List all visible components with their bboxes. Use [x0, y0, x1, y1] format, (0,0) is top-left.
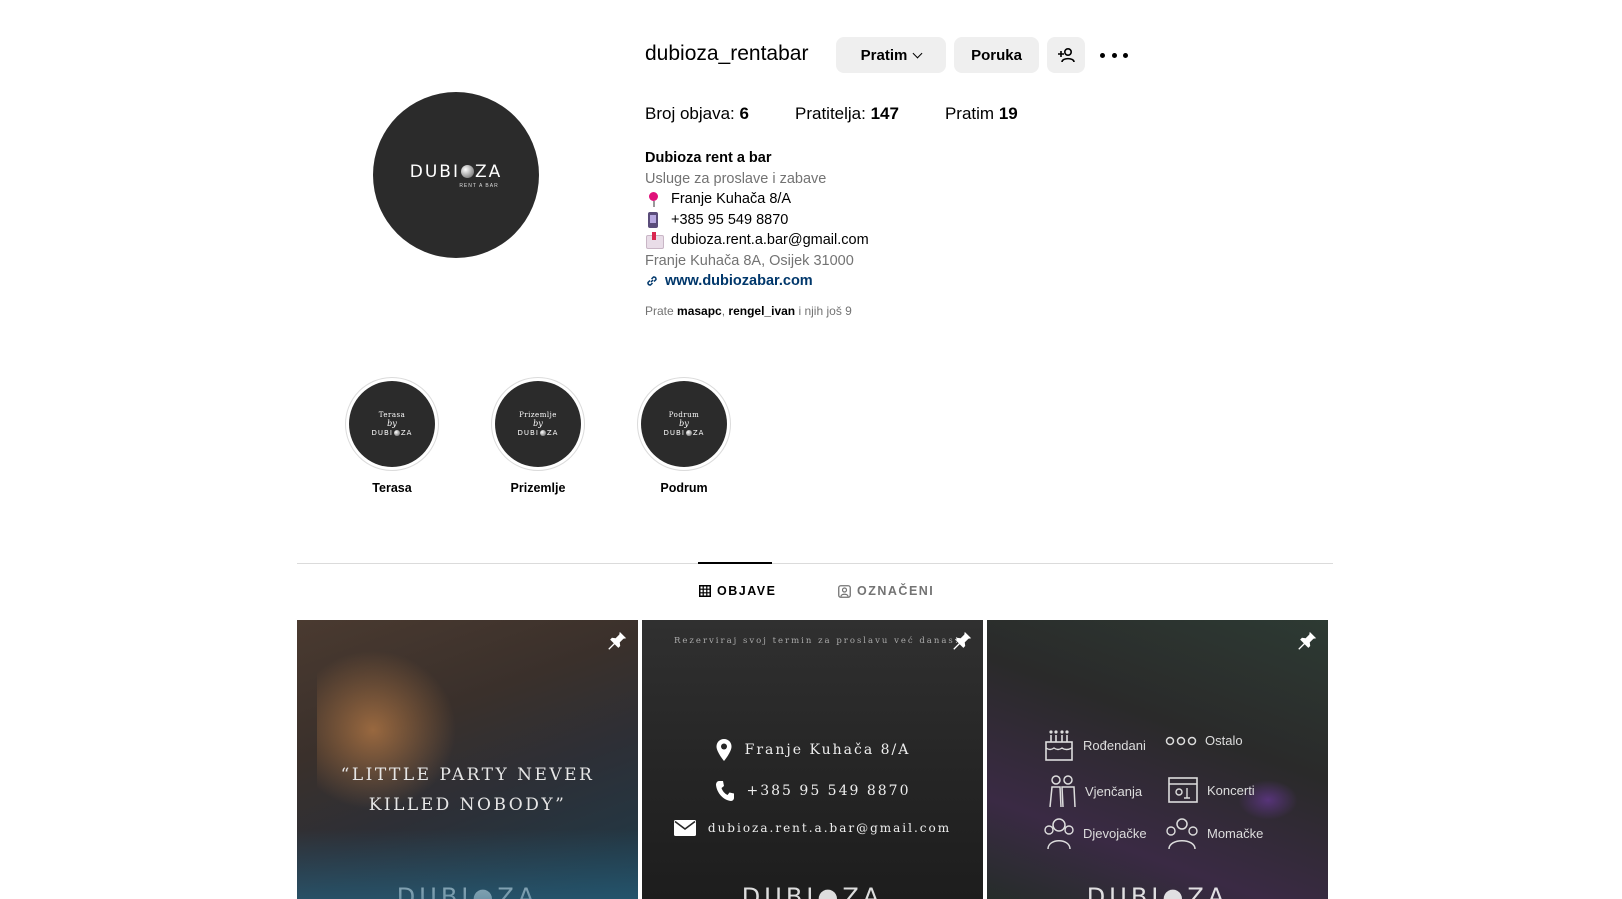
- following-count[interactable]: Pratim 19: [945, 104, 1018, 124]
- grid-icon: [699, 585, 711, 597]
- tab-posts[interactable]: OBJAVE: [699, 584, 776, 598]
- followed-by[interactable]: Prate masapc, rengel_ivan i njih još 9: [645, 304, 852, 318]
- envelope-icon: [673, 820, 696, 836]
- bio-phone-line: +385 95 549 8870: [645, 210, 869, 231]
- suggest-accounts-button[interactable]: [1047, 37, 1085, 73]
- ellipsis-circles-icon: [1165, 736, 1197, 745]
- service-other: Ostalo: [1165, 733, 1243, 748]
- bachelor-party-icon: [1166, 818, 1198, 850]
- post-headline: Rezerviraj svoj termin za proslavu već d…: [674, 636, 961, 646]
- bio-email-line: dubioza.rent.a.bar@gmail.com: [645, 230, 869, 251]
- following-button-label: Pratim: [860, 46, 908, 64]
- highlight-cover: Terasa by DUBI ZA: [349, 381, 435, 467]
- post-email-row: dubioza.rent.a.bar@gmail.com: [642, 820, 983, 836]
- avatar-logo-subtitle: RENT A BAR: [459, 182, 499, 189]
- service-birthdays: Rođendani: [1043, 728, 1146, 762]
- posts-count: Broj objava: 6: [645, 104, 749, 123]
- chevron-down-icon: [912, 48, 923, 58]
- highlight-terasa[interactable]: Terasa by DUBI ZA Terasa: [345, 377, 439, 495]
- wedding-couple-icon: [1049, 775, 1076, 808]
- message-button[interactable]: Poruka: [954, 37, 1039, 73]
- bio-address-line: Franje Kuhača 8/A: [645, 189, 869, 210]
- link-icon: [647, 276, 657, 287]
- following-button[interactable]: Pratim: [836, 37, 946, 73]
- post-tile[interactable]: “LITTLE PARTY NEVER KILLED NOBODY” DUBI●…: [297, 620, 638, 899]
- concert-stage-icon: [1168, 777, 1198, 803]
- service-bachelorette: Djevojačke: [1043, 816, 1147, 850]
- highlight-ring: Prizemlje by DUBI ZA: [491, 377, 585, 471]
- highlight-ring: Terasa by DUBI ZA: [345, 377, 439, 471]
- person-add-icon: [1058, 47, 1075, 63]
- post-address-row: Franje Kuhača 8/A: [642, 738, 983, 762]
- post-logo: DUBI●ZA: [1086, 883, 1229, 899]
- highlight-label: Podrum: [660, 481, 708, 495]
- inbox-tray-icon: [645, 232, 664, 250]
- pinned-post-icon: [608, 631, 627, 650]
- avatar-logo: DUBI ZA: [409, 161, 503, 182]
- location-pin-icon: [716, 739, 732, 761]
- post-quote: “LITTLE PARTY NEVER KILLED NOBODY”: [340, 765, 595, 815]
- highlight-label: Prizemlje: [510, 481, 566, 495]
- profile-bio: Dubioza rent a bar Usluge za proslave i …: [645, 148, 869, 292]
- phone-icon: [715, 781, 734, 801]
- followers-count[interactable]: Pratitelja: 147: [795, 104, 899, 124]
- profile-display-name: Dubioza rent a bar: [645, 150, 772, 166]
- round-pushpin-icon: [645, 191, 663, 208]
- post-phone-row: +385 95 549 8870: [642, 780, 983, 802]
- profile-avatar[interactable]: DUBI ZA RENT A BAR: [373, 92, 539, 258]
- post-tile[interactable]: Rezerviraj svoj termin za proslavu već d…: [642, 620, 983, 899]
- profile-location[interactable]: Franje Kuhača 8A, Osijek 31000: [645, 251, 869, 272]
- highlight-cover: Prizemlje by DUBI ZA: [495, 381, 581, 467]
- tabs-divider: [297, 563, 1333, 564]
- profile-website-link[interactable]: www.dubiozabar.com: [645, 271, 869, 292]
- active-tab-indicator: [698, 562, 772, 564]
- bachelorette-party-icon: [1044, 818, 1074, 850]
- pinned-post-icon: [1298, 631, 1317, 650]
- birthday-cake-icon: [1045, 730, 1073, 761]
- profile-category: Usluge za proslave i zabave: [645, 170, 827, 187]
- profile-stats: Broj objava: 6 Pratitelja: 147 Pratim 19: [645, 104, 1064, 124]
- more-options-icon[interactable]: [1098, 46, 1130, 64]
- service-concerts: Koncerti: [1167, 774, 1255, 806]
- highlight-cover: Podrum by DUBI ZA: [641, 381, 727, 467]
- post-logo: DUBI●ZA: [741, 883, 884, 899]
- highlight-label: Terasa: [372, 481, 412, 495]
- tab-tagged[interactable]: OZNAČENI: [838, 584, 934, 598]
- tagged-user-icon: [838, 584, 851, 598]
- service-weddings: Vjenčanja: [1047, 774, 1142, 808]
- post-logo: DUBI●ZA: [396, 883, 539, 899]
- highlight-podrum[interactable]: Podrum by DUBI ZA Podrum: [637, 377, 731, 495]
- highlight-prizemlje[interactable]: Prizemlje by DUBI ZA Prizemlje: [491, 377, 585, 495]
- highlight-ring: Podrum by DUBI ZA: [637, 377, 731, 471]
- profile-username: dubioza_rentabar: [645, 42, 809, 65]
- service-bachelor: Momačke: [1165, 816, 1263, 850]
- post-tile[interactable]: Rođendani Ostalo Vjenčanja Koncerti Djev…: [987, 620, 1328, 899]
- mobile-phone-icon: [645, 211, 663, 228]
